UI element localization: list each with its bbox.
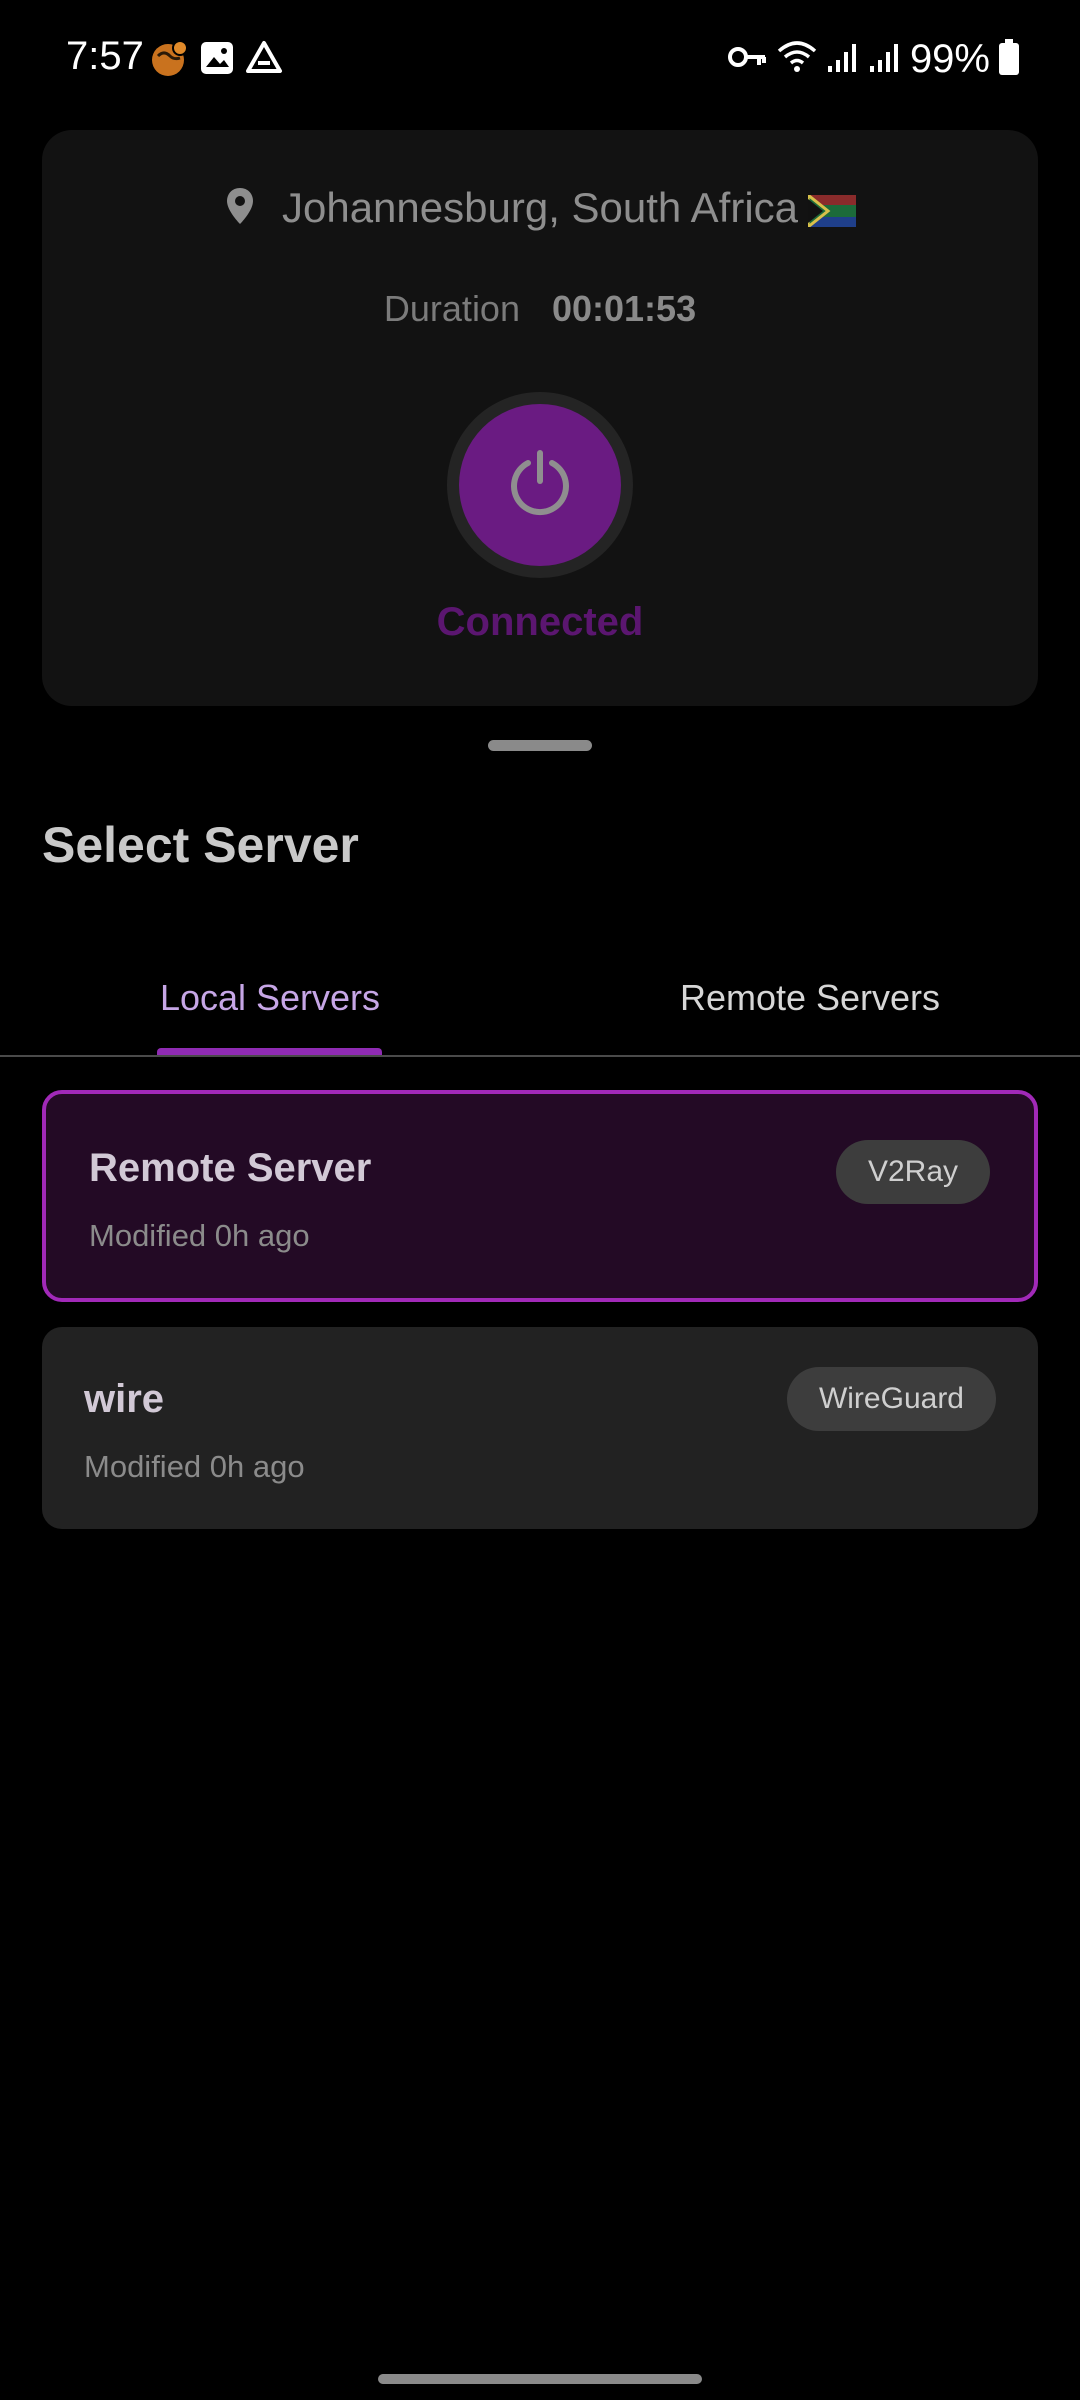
tab-indicator (157, 1048, 382, 1055)
location-row: Johannesburg, South Africa (42, 184, 1038, 232)
signal-icon (868, 40, 902, 79)
battery-icon (998, 38, 1020, 81)
status-time: 7:57 (66, 34, 144, 78)
signal-icon (826, 40, 860, 79)
connection-card: Johannesburg, South Africa Duration 00:0… (42, 130, 1038, 706)
status-right: 99% (727, 34, 1020, 84)
duration-label: Duration (383, 288, 520, 329)
vpn-globe-icon (150, 38, 190, 83)
protocol-badge: V2Ray (835, 1140, 990, 1204)
tab-remote-servers[interactable]: Remote Servers (540, 940, 1080, 1056)
drive-icon (244, 39, 284, 82)
duration-value: 00:01:53 (551, 288, 697, 329)
power-button-ring (447, 392, 633, 578)
server-modified: Modified 0h ago (84, 1449, 305, 1484)
drag-handle[interactable] (488, 740, 592, 751)
tabs-divider (0, 1055, 1080, 1057)
location-text: Johannesburg, South Africa (281, 184, 857, 232)
battery-percentage: 99% (909, 36, 990, 81)
server-tabs: Local Servers Remote Servers (0, 940, 1080, 1057)
server-modified: Modified 0h ago (89, 1218, 310, 1253)
power-button[interactable] (459, 404, 621, 566)
status-bar: 7:57 99% (0, 0, 1080, 120)
vpn-key-icon (727, 43, 768, 76)
wifi-icon (776, 39, 818, 80)
power-icon (504, 447, 576, 524)
south-africa-flag-icon (808, 194, 857, 227)
home-indicator[interactable] (378, 2374, 702, 2384)
section-title: Select Server (42, 817, 359, 873)
connection-status: Connected (436, 600, 644, 644)
location-pin-icon (224, 186, 256, 231)
gallery-icon (198, 39, 236, 82)
duration-row: Duration 00:01:53 (42, 288, 1038, 330)
protocol-badge: WireGuard (786, 1367, 996, 1431)
server-name: Remote Server (89, 1146, 372, 1190)
server-item-remote-server[interactable]: Remote Server Modified 0h ago V2Ray (42, 1090, 1038, 1302)
status-left-icons (150, 38, 284, 82)
server-name: wire (84, 1377, 165, 1421)
server-item-wire[interactable]: wire Modified 0h ago WireGuard (42, 1327, 1038, 1529)
tab-local-servers[interactable]: Local Servers (0, 940, 540, 1056)
location-name: Johannesburg, South Africa (281, 184, 799, 231)
